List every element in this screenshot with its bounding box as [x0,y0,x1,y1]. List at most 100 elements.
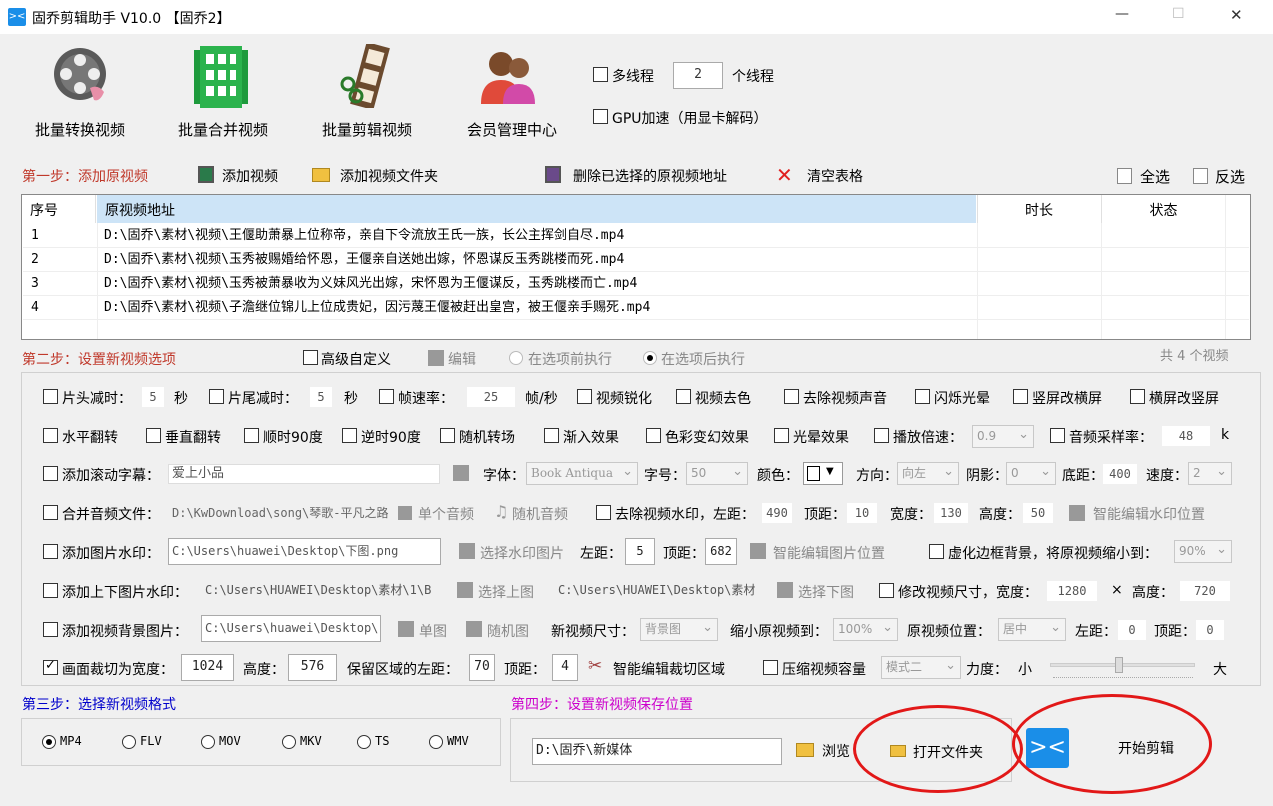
scroll-text-input[interactable]: 爱上小品 [168,464,440,484]
edit-button[interactable]: 编辑 [448,349,476,369]
img-top-input[interactable]: 682 [705,538,737,565]
thread-count-input[interactable]: 2 [673,62,723,89]
format-radio-mov[interactable] [201,735,215,749]
pos-left-input[interactable]: 0 [1118,620,1146,640]
scroll-speed-select[interactable]: 2 [1188,462,1232,485]
cw90-checkbox[interactable] [244,428,259,443]
keep-top-input[interactable]: 4 [552,654,578,681]
crop-smart-button[interactable]: 智能编辑裁切区域 [613,659,725,679]
table-row[interactable]: 2 D:\固乔\素材\视频\玉秀被赐婚给怀恩，王偃亲自送她出嫁，怀恩谋反玉秀跳楼而… [23,248,1249,272]
table-row[interactable]: 1 D:\固乔\素材\视频\王偃助萧暴上位称帝，亲自下令流放王氏一族，长公主挥剑自… [23,224,1249,248]
shadow-select[interactable]: 0 [1006,462,1056,485]
remove-wm-checkbox[interactable] [596,505,611,520]
tb-wm-checkbox[interactable] [43,583,58,598]
format-radio-ts[interactable] [357,735,371,749]
batch-cut-button[interactable]: 批量剪辑视频 [312,44,422,140]
top-img-path-input[interactable]: C:\Users\HUAWEI\Desktop\素材\1\B [201,580,451,600]
table-row[interactable]: 4 D:\固乔\素材\视频\子澹继位锦儿上位成贵妃，因污蔑王偃被赶出皇宫，被王偃亲… [23,296,1249,320]
bg-img-checkbox[interactable] [43,622,58,637]
fps-input[interactable]: 25 [467,387,515,407]
crop-checkbox[interactable] [43,658,58,675]
member-center-button[interactable]: 会员管理中心 [455,44,565,140]
speed-checkbox[interactable] [874,428,889,443]
sample-checkbox[interactable] [1050,428,1065,443]
close-button[interactable]: ✕ [1230,6,1243,24]
pos-top-input[interactable]: 0 [1196,620,1224,640]
single-audio-button[interactable]: 单个音频 [418,504,474,524]
blur-select[interactable]: 90% [1174,540,1232,563]
select-img-button[interactable]: 选择水印图片 [480,543,564,563]
random-trans-checkbox[interactable] [440,428,455,443]
gpu-checkbox[interactable] [593,109,608,124]
new-size-select[interactable]: 背景图 [640,618,718,641]
v2h-checkbox[interactable] [1130,389,1145,404]
bottom-input[interactable]: 400 [1103,464,1137,484]
size-select[interactable]: 50 [686,462,748,485]
img-wm-checkbox[interactable] [43,544,58,559]
resize-width-input[interactable]: 1280 [1047,581,1097,601]
head-cut-input[interactable]: 5 [142,387,164,407]
select-top-img-button[interactable]: 选择上图 [478,582,534,602]
multi-thread-checkbox[interactable] [593,67,608,82]
format-radio-mp4[interactable] [42,735,56,749]
dir-select[interactable]: 向左 [897,462,959,485]
pos-select[interactable]: 居中 [998,618,1066,641]
tail-cut-checkbox[interactable] [209,389,224,404]
compress-checkbox[interactable] [763,660,778,675]
format-radio-flv[interactable] [122,735,136,749]
advanced-checkbox[interactable] [303,350,318,365]
decolor-checkbox[interactable] [676,389,691,404]
format-radio-mkv[interactable] [282,735,296,749]
img-smart-button[interactable]: 智能编辑图片位置 [773,543,885,563]
before-radio[interactable] [509,351,523,365]
resize-height-input[interactable]: 720 [1180,581,1230,601]
format-radio-wmv[interactable] [429,735,443,749]
single-img-button[interactable]: 单图 [419,621,447,641]
wm-left-input[interactable]: 490 [762,503,792,523]
speed-select[interactable]: 0.9 [972,425,1034,448]
sample-input[interactable]: 48 [1162,426,1210,446]
table-row[interactable]: 3 D:\固乔\素材\视频\玉秀被萧暴收为义妹风光出嫁，宋怀恩为王偃谋反，玉秀跳楼… [23,272,1249,296]
keep-left-input[interactable]: 70 [469,654,495,681]
hflip-checkbox[interactable] [43,428,58,443]
wm-top-input[interactable]: 10 [847,503,877,523]
h2v-checkbox[interactable] [1013,389,1028,404]
img-left-input[interactable]: 5 [625,538,655,565]
bg-img-path-input[interactable]: C:\Users\huawei\Desktop\ [201,615,381,642]
color-picker[interactable]: ▼ [803,462,843,485]
mode-select[interactable]: 模式二 [881,656,961,679]
bottom-img-path-input[interactable]: C:\Users\HUAWEI\Desktop\素材 [554,580,770,600]
wm-width-input[interactable]: 130 [934,503,968,523]
minimize-button[interactable]: — [1115,6,1129,22]
wm-smart-button[interactable]: 智能编辑水印位置 [1093,504,1205,524]
halo-checkbox[interactable] [774,428,789,443]
font-select[interactable]: Book Antiqua [526,462,638,485]
flash-checkbox[interactable] [915,389,930,404]
save-path-input[interactable]: D:\固乔\新媒体 [532,738,782,765]
sharpen-checkbox[interactable] [577,389,592,404]
blur-bg-checkbox[interactable] [929,544,944,559]
merge-audio-checkbox[interactable] [43,505,58,520]
select-bottom-img-button[interactable]: 选择下图 [798,582,854,602]
mute-checkbox[interactable] [784,389,799,404]
random-audio-button[interactable]: 随机音频 [512,504,568,524]
wm-height-input[interactable]: 50 [1023,503,1053,523]
strength-slider-thumb[interactable] [1115,657,1123,673]
crop-height-input[interactable]: 576 [288,654,337,681]
color-fx-checkbox[interactable] [646,428,661,443]
resize-checkbox[interactable] [879,583,894,598]
fadein-checkbox[interactable] [544,428,559,443]
audio-path-input[interactable]: D:\KwDownload\song\琴歌-平凡之路 [168,503,394,523]
batch-merge-button[interactable]: 批量合并视频 [170,44,280,140]
scroll-text-checkbox[interactable] [43,466,58,481]
fps-checkbox[interactable] [379,389,394,404]
maximize-button[interactable]: ☐ [1172,6,1185,22]
vflip-checkbox[interactable] [146,428,161,443]
random-img-button[interactable]: 随机图 [487,621,529,641]
head-cut-checkbox[interactable] [43,389,58,404]
img-wm-path-input[interactable]: C:\Users\huawei\Desktop\下图.png [168,538,441,565]
ccw90-checkbox[interactable] [342,428,357,443]
batch-convert-button[interactable]: 批量转换视频 [30,44,140,140]
crop-width-input[interactable]: 1024 [181,654,234,681]
after-radio[interactable] [643,351,657,365]
